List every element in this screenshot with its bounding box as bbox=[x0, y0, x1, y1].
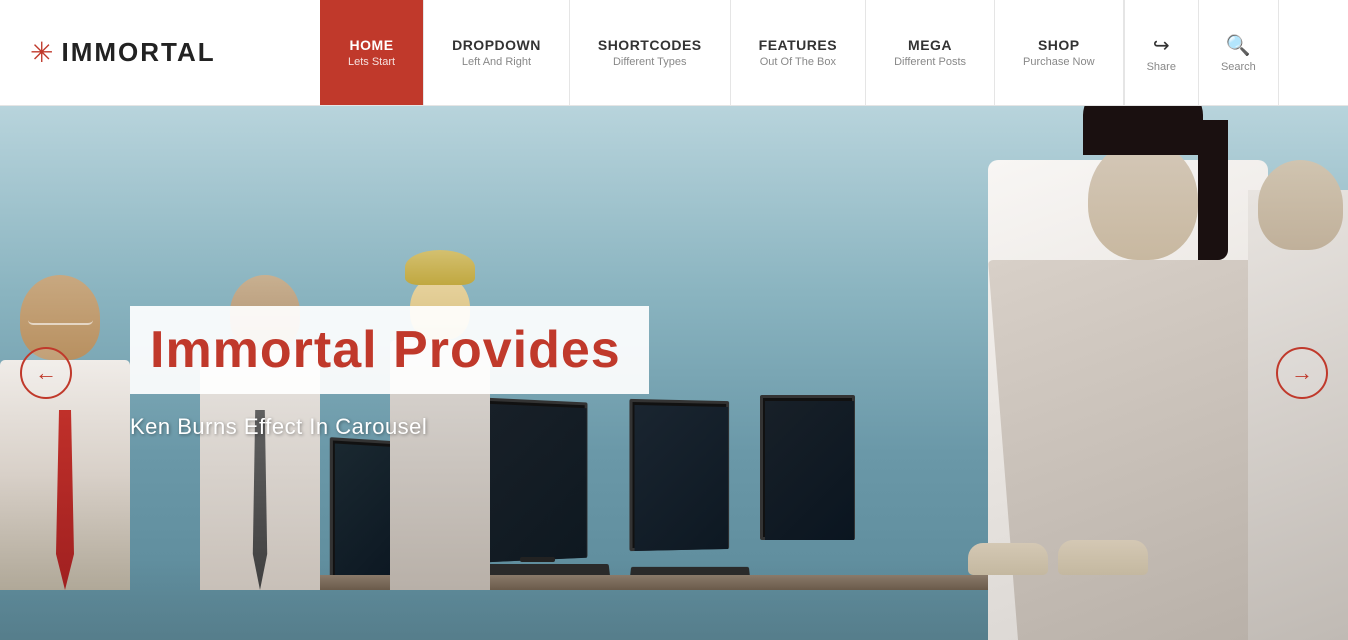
hero-subtitle: Ken Burns Effect In Carousel bbox=[130, 414, 649, 440]
nav-item-shop[interactable]: SHOP Purchase Now bbox=[995, 0, 1124, 105]
nav-sub-shortcodes: Different Types bbox=[613, 56, 687, 68]
hero-section: Immortal Provides Ken Burns Effect In Ca… bbox=[0, 106, 1348, 640]
nav-item-dropdown[interactable]: DROPDOWN Left And Right bbox=[424, 0, 570, 105]
nav-sub-dropdown: Left And Right bbox=[462, 56, 531, 68]
nav-main-home: HOME bbox=[350, 37, 394, 53]
nav-sub-home: Lets Start bbox=[348, 56, 395, 68]
nav-main-shortcodes: SHORTCODES bbox=[598, 37, 702, 53]
nav-main-shop: SHOP bbox=[1038, 37, 1080, 53]
hero-title-box: Immortal Provides bbox=[130, 306, 649, 394]
search-icon: 🔍 bbox=[1226, 33, 1251, 58]
carousel-prev-button[interactable]: ← bbox=[20, 347, 72, 399]
nav-sub-features: Out Of The Box bbox=[760, 56, 836, 68]
nav-items: HOME Lets Start DROPDOWN Left And Right … bbox=[320, 0, 1348, 105]
nav-main-mega: MEGA bbox=[908, 37, 952, 53]
nav-item-share[interactable]: ↪ Share bbox=[1124, 0, 1199, 105]
logo-text: IMMORTAL bbox=[61, 37, 215, 68]
hero-content: Immortal Provides Ken Burns Effect In Ca… bbox=[130, 306, 649, 440]
nav-sub-shop: Purchase Now bbox=[1023, 56, 1095, 68]
share-icon: ↪ bbox=[1153, 33, 1170, 58]
nav-item-home[interactable]: HOME Lets Start bbox=[320, 0, 424, 105]
share-label: Share bbox=[1147, 61, 1176, 73]
search-label: Search bbox=[1221, 61, 1256, 73]
nav-sub-mega: Different Posts bbox=[894, 56, 966, 68]
next-arrow-icon: → bbox=[1291, 360, 1313, 386]
logo[interactable]: ✳ IMMORTAL bbox=[0, 0, 320, 105]
logo-icon: ✳ bbox=[30, 36, 53, 69]
nav-item-features[interactable]: FEATURES Out Of The Box bbox=[731, 0, 866, 105]
prev-arrow-icon: ← bbox=[35, 360, 57, 386]
nav-item-shortcodes[interactable]: SHORTCODES Different Types bbox=[570, 0, 731, 105]
nav-item-search[interactable]: 🔍 Search bbox=[1199, 0, 1279, 105]
navbar: ✳ IMMORTAL HOME Lets Start DROPDOWN Left… bbox=[0, 0, 1348, 106]
carousel-next-button[interactable]: → bbox=[1276, 347, 1328, 399]
nav-main-dropdown: DROPDOWN bbox=[452, 37, 541, 53]
nav-main-features: FEATURES bbox=[759, 37, 837, 53]
hero-title: Immortal Provides bbox=[150, 320, 621, 380]
nav-item-mega[interactable]: MEGA Different Posts bbox=[866, 0, 995, 105]
